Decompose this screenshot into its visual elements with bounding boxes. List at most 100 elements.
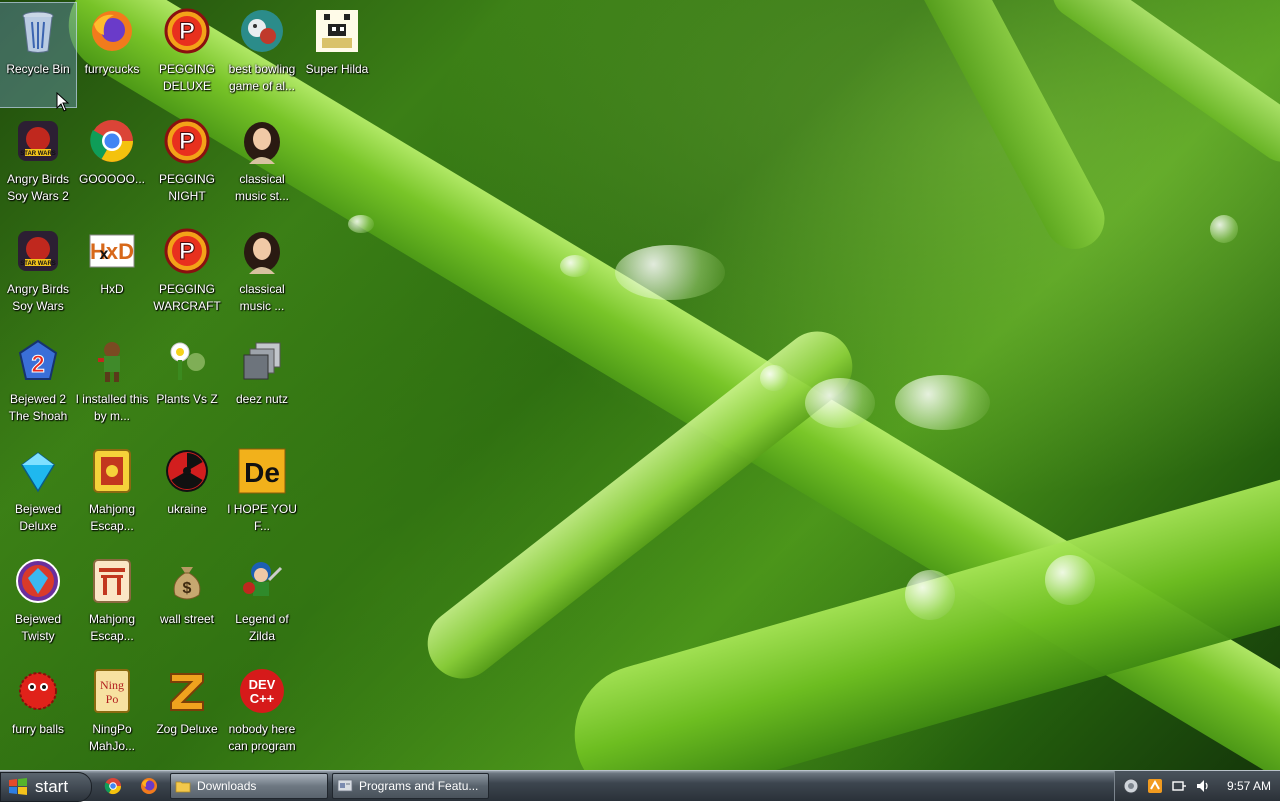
task-label: Downloads bbox=[197, 779, 257, 793]
radiation-icon bbox=[163, 447, 211, 495]
angry-birds-star-wars-icon: STAR WARS bbox=[14, 227, 62, 275]
desktop-icon[interactable]: classical music ... bbox=[224, 223, 300, 327]
desktop-icon-label: NingPo MahJo... bbox=[88, 722, 136, 753]
bejeweled-twist-icon bbox=[14, 557, 62, 605]
svg-text:$: $ bbox=[183, 580, 192, 597]
desktop-icon[interactable]: Bejewed Twisty bbox=[0, 553, 76, 657]
desktop-icon[interactable]: 2 Bejewed 2 The Shoah bbox=[0, 333, 76, 437]
desktop-icon[interactable]: DEV C++ nobody here can program bbox=[224, 663, 300, 767]
desktop-icon[interactable]: GOOOOO... bbox=[74, 113, 150, 217]
desktop-icon-label: Angry Birds Soy Wars 2 bbox=[6, 172, 70, 203]
desktop-icon-label: PEGGING WARCRAFT bbox=[153, 282, 221, 313]
water-drop bbox=[560, 255, 590, 277]
start-button[interactable]: start bbox=[0, 772, 92, 802]
orange-app-icon[interactable] bbox=[1147, 778, 1163, 794]
system-tray: 9:57 AM bbox=[1114, 771, 1280, 801]
de-badge-icon: De bbox=[238, 447, 286, 495]
grass-blade bbox=[1042, 0, 1280, 172]
pegging-p-icon: P bbox=[163, 227, 211, 275]
bejeweled-2-icon: 2 bbox=[14, 337, 62, 385]
volume-icon[interactable] bbox=[1195, 778, 1211, 794]
desktop-icon[interactable]: De I HOPE YOU F... bbox=[224, 443, 300, 547]
mouse-cursor-icon bbox=[56, 92, 70, 112]
adventure-hero-icon bbox=[238, 557, 286, 605]
money-bag-icon: $ bbox=[163, 557, 211, 605]
desktop-icon[interactable]: STAR WARS Angry Birds Soy Wars 2 bbox=[0, 113, 76, 217]
desktop-icon-label: Legend of Zilda bbox=[235, 612, 289, 643]
desktop-icon[interactable]: I installed this by m... bbox=[74, 333, 150, 437]
svg-text:DEV: DEV bbox=[249, 677, 276, 692]
desktop-icon-label: Bejewed Twisty bbox=[14, 612, 62, 643]
desktop-icon[interactable]: P PEGGING NIGHT bbox=[149, 113, 225, 217]
desktop-icon[interactable]: HxD x HxD bbox=[74, 223, 150, 327]
grass-blade bbox=[864, 0, 1116, 260]
desktop-icon[interactable]: Mahjong Escap... bbox=[74, 553, 150, 657]
clock[interactable]: 9:57 AM bbox=[1227, 779, 1271, 793]
water-drop bbox=[760, 365, 788, 391]
water-drop bbox=[805, 378, 875, 428]
desktop-icon[interactable]: ukraine bbox=[149, 443, 225, 547]
desktop-icon-label: I HOPE YOU F... bbox=[227, 502, 297, 533]
desktop-icon-label: classical music st... bbox=[234, 172, 289, 203]
ningpo-tile-icon: Ning Po bbox=[88, 667, 136, 715]
desktop-icon[interactable]: Zog Deluxe bbox=[149, 663, 225, 767]
quick-launch-firefox[interactable] bbox=[138, 776, 160, 796]
quick-launch-chrome[interactable] bbox=[102, 776, 124, 796]
water-drop bbox=[348, 215, 374, 233]
desktop-icon[interactable]: furry balls bbox=[0, 663, 76, 767]
svg-text:2: 2 bbox=[31, 351, 44, 378]
desktop-icon-label: I installed this by m... bbox=[75, 392, 149, 423]
pegging-p-icon: P bbox=[163, 7, 211, 55]
water-drop bbox=[1210, 215, 1238, 243]
classical-portrait-icon bbox=[238, 117, 286, 165]
desktop-icon[interactable]: P PEGGING DELUXE bbox=[149, 3, 225, 107]
desktop-icon-label: furry balls bbox=[11, 722, 64, 736]
svg-text:x: x bbox=[100, 246, 109, 263]
svg-text:C++: C++ bbox=[250, 691, 275, 706]
desktop-icon[interactable]: deez nutz bbox=[224, 333, 300, 437]
zog-z-icon bbox=[163, 667, 211, 715]
desktop-icon-label: best bowling game of al... bbox=[228, 62, 296, 93]
svg-text:P: P bbox=[179, 18, 195, 45]
chrome-icon bbox=[88, 117, 136, 165]
svg-text:STAR WARS: STAR WARS bbox=[20, 261, 56, 267]
network-globe-icon[interactable] bbox=[1123, 778, 1139, 794]
svg-text:Ning: Ning bbox=[100, 678, 124, 692]
devcpp-icon: DEV C++ bbox=[238, 667, 286, 715]
desktop-icon-label: ukraine bbox=[167, 502, 207, 516]
desktop-icon[interactable]: classical music st... bbox=[224, 113, 300, 217]
desktop-icon[interactable]: P PEGGING WARCRAFT bbox=[149, 223, 225, 327]
desktop-icon[interactable]: furrycucks bbox=[74, 3, 150, 107]
angry-birds-star-wars-icon: STAR WARS bbox=[14, 117, 62, 165]
desktop-icon[interactable]: Bejewed Deluxe bbox=[0, 443, 76, 547]
desktop-icon[interactable]: Mahjong Escap... bbox=[74, 443, 150, 547]
desktop-icon[interactable]: Super Hilda bbox=[299, 3, 375, 107]
mahjong-tile-icon bbox=[88, 447, 136, 495]
desktop-icon-label: deez nutz bbox=[235, 392, 289, 406]
task-button-downloads[interactable]: Downloads bbox=[170, 773, 328, 799]
pixel-game-icon bbox=[313, 7, 361, 55]
desktop-icon[interactable]: Legend of Zilda bbox=[224, 553, 300, 657]
desktop-wallpaper[interactable]: Recycle Bin furrycucks P PEGGING DELUXE best… bbox=[0, 0, 1280, 770]
water-drop bbox=[905, 570, 955, 620]
desktop-icon-label: PEGGING DELUXE bbox=[158, 62, 215, 93]
desktop-icon-label: HxD bbox=[100, 282, 124, 296]
firefox-icon bbox=[88, 7, 136, 55]
task-button-programs-features[interactable]: Programs and Featu... bbox=[332, 773, 489, 799]
svg-text:HxD: HxD bbox=[90, 239, 134, 264]
water-drop bbox=[1045, 555, 1095, 605]
bowling-game-icon bbox=[238, 7, 286, 55]
desktop-icon[interactable]: best bowling game of al... bbox=[224, 3, 300, 107]
desktop-icon[interactable]: Plants Vs Z bbox=[149, 333, 225, 437]
desktop-icon-label: wall street bbox=[159, 612, 215, 626]
safely-remove-icon[interactable] bbox=[1171, 778, 1187, 794]
desktop-icon[interactable]: Ning Po NingPo MahJo... bbox=[74, 663, 150, 767]
desktop-icon-label: Mahjong Escap... bbox=[88, 612, 136, 643]
folder-icon bbox=[175, 781, 191, 793]
water-drop bbox=[895, 375, 990, 430]
desktop-icon[interactable]: $ wall street bbox=[149, 553, 225, 657]
desktop-icon[interactable]: STAR WARS Angry Birds Soy Wars bbox=[0, 223, 76, 327]
mahjong-torii-icon bbox=[88, 557, 136, 605]
taskbar: start Downloads Programs and Featu... 9:… bbox=[0, 770, 1280, 802]
desktop-icon-label: Mahjong Escap... bbox=[88, 502, 136, 533]
